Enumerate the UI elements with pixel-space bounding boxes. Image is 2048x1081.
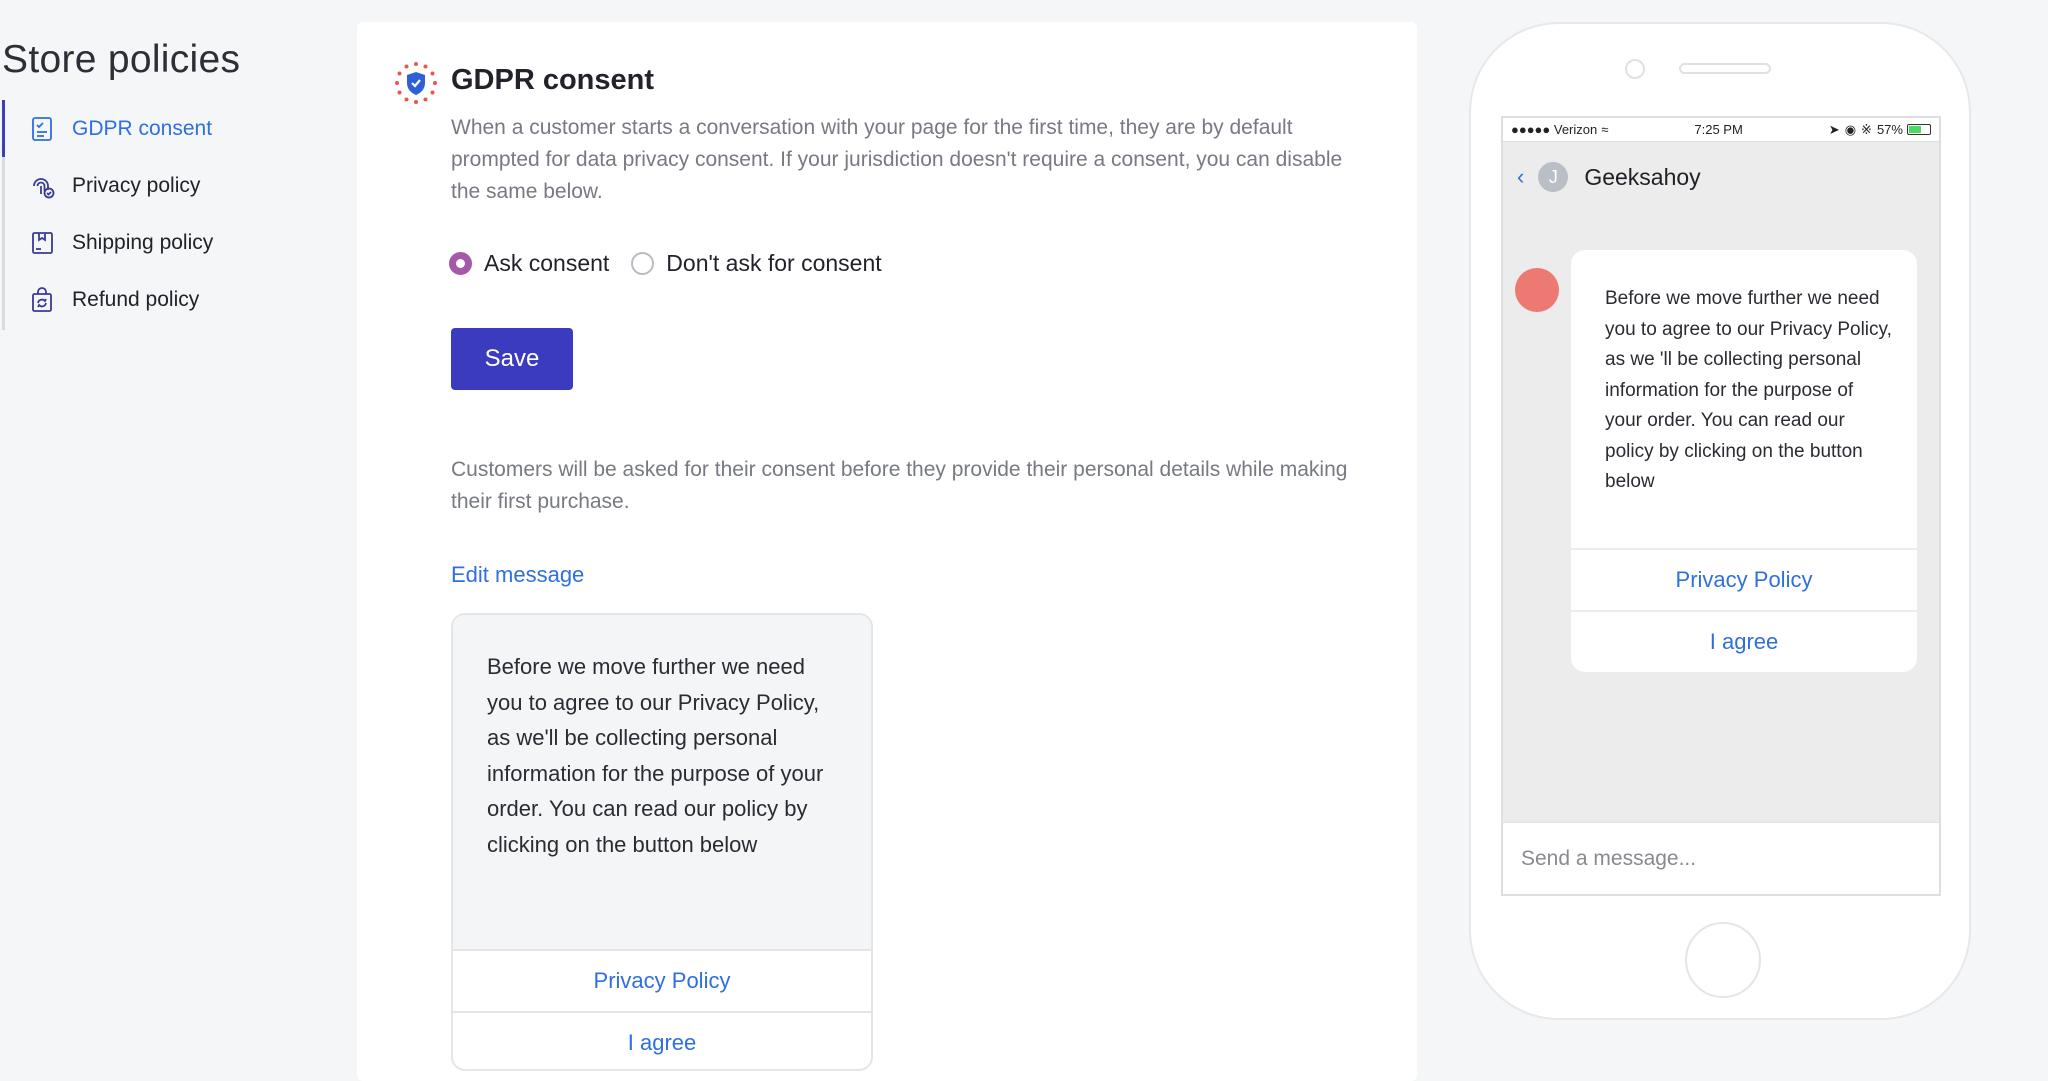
page-title: Store policies [2, 38, 241, 81]
sidebar-item-privacy-policy[interactable]: Privacy policy [5, 157, 282, 214]
chat-message-text: Before we move further we need you to ag… [1605, 288, 1892, 492]
section-description: When a customer starts a conversation wi… [451, 116, 1343, 203]
status-bar: ●●●●● Verizon ≈ 7:25 PM ➤ ◉ ※ 57% [1503, 118, 1939, 142]
sidebar-item-label: Shipping policy [72, 230, 214, 254]
back-chevron-icon[interactable]: ‹ [1517, 164, 1524, 190]
eu-shield-icon [393, 60, 439, 106]
consent-note: Customers will be asked for their consen… [451, 458, 1348, 513]
phone-screen: ●●●●● Verizon ≈ 7:25 PM ➤ ◉ ※ 57% ‹ J Ge… [1501, 116, 1941, 896]
phone-speaker [1679, 63, 1771, 74]
message-preview-card: Before we move further we need you to ag… [451, 613, 873, 1071]
sidebar-item-gdpr-consent[interactable]: GDPR consent [2, 100, 282, 157]
privacy-policy-button[interactable]: Privacy Policy [453, 949, 871, 1011]
package-icon [28, 229, 56, 257]
section-title: GDPR consent [451, 64, 655, 96]
battery-icon [1906, 124, 1931, 135]
chat-title: Geeksahoy [1584, 163, 1701, 190]
sidebar-nav: GDPR consent Privacy policy Shipping pol… [2, 100, 282, 330]
consent-radio-group: Ask consent Don't ask for consent [449, 250, 904, 277]
message-preview-text: Before we move further we need you to ag… [453, 615, 871, 949]
message-input[interactable] [1521, 846, 1921, 871]
battery-percent: 57% [1876, 122, 1903, 137]
phone-preview: ●●●●● Verizon ≈ 7:25 PM ➤ ◉ ※ 57% ‹ J Ge… [1469, 22, 1971, 1020]
wifi-icon: ≈ [1601, 122, 1609, 137]
radio-checked-indicator[interactable] [449, 252, 472, 275]
message-composer [1503, 822, 1939, 894]
sidebar-item-label: Refund policy [72, 287, 200, 311]
gdpr-settings-card: GDPR consent When a customer starts a co… [357, 22, 1417, 1081]
sidebar-item-label: Privacy policy [72, 173, 201, 197]
bot-avatar [1515, 268, 1559, 312]
sidebar-item-refund-policy[interactable]: Refund policy [5, 271, 282, 328]
ask-consent-radio[interactable]: Ask consent [449, 250, 609, 277]
bluetooth-icon: ※ [1861, 121, 1872, 137]
location-icon: ➤ [1828, 121, 1840, 137]
status-time: 7:25 PM [1694, 122, 1743, 137]
edit-message-link[interactable]: Edit message [451, 562, 584, 588]
sidebar-item-label: GDPR consent [72, 116, 213, 140]
radio-label: Ask consent [484, 250, 610, 276]
refund-bag-icon [28, 286, 56, 314]
chat-privacy-policy-button[interactable]: Privacy Policy [1571, 548, 1917, 610]
alarm-icon: ◉ [1844, 121, 1857, 137]
carrier-signal: ●●●●● Verizon ≈ [1511, 122, 1608, 137]
chat-i-agree-button[interactable]: I agree [1571, 610, 1917, 672]
chat-message-bubble: Before we move further we need you to ag… [1571, 250, 1917, 672]
radio-unchecked-indicator[interactable] [631, 252, 655, 275]
i-agree-button[interactable]: I agree [453, 1011, 871, 1069]
checklist-document-icon [28, 115, 56, 143]
carrier-label: ●●●●● Verizon [1511, 122, 1598, 137]
chat-header: ‹ J Geeksahoy [1503, 142, 1939, 212]
sidebar-item-shipping-policy[interactable]: Shipping policy [5, 214, 282, 271]
dont-ask-consent-radio[interactable]: Don't ask for consent [631, 250, 882, 277]
phone-home-button [1685, 922, 1761, 998]
phone-camera [1625, 59, 1645, 79]
fingerprint-lock-icon [28, 172, 56, 200]
status-right: ➤ ◉ ※ 57% [1829, 122, 1931, 138]
save-button[interactable]: Save [451, 328, 573, 390]
avatar: J [1538, 162, 1569, 192]
radio-label: Don't ask for consent [666, 250, 882, 276]
